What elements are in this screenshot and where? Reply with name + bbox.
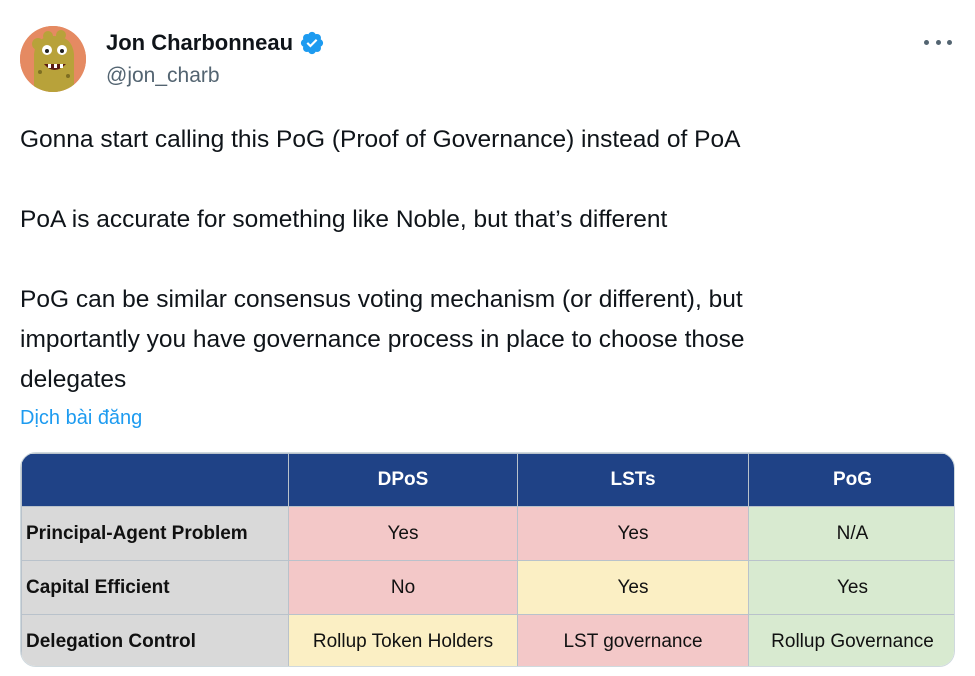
table-cell: LST governance [517, 614, 749, 666]
table-row-label: Principal-Agent Problem [21, 506, 289, 561]
table-cell: No [288, 560, 518, 615]
table-header-row: DPoS LSTs PoG [21, 453, 954, 507]
author-name-row: Jon Charbonneau [106, 29, 325, 57]
table-row-label: Capital Efficient [21, 560, 289, 615]
table-cell: Rollup Token Holders [288, 614, 518, 666]
tweet-paragraph: delegates [20, 366, 127, 393]
verified-badge-icon [300, 31, 324, 55]
table-header-cell: DPoS [288, 453, 518, 507]
table-header-cell: LSTs [517, 453, 749, 507]
table-cell: Yes [517, 506, 749, 561]
tweet-paragraph: PoG can be similar consensus voting mech… [20, 286, 743, 313]
table-header-cell [21, 453, 289, 507]
table-cell: Yes [517, 560, 749, 615]
tweet-paragraph: importantly you have governance process … [20, 326, 745, 353]
author-handle[interactable]: @jon_charb [106, 62, 220, 90]
tweet-paragraph: PoA is accurate for something like Noble… [20, 206, 668, 233]
table-row: Delegation Control Rollup Token Holders … [21, 614, 954, 666]
table-row: Principal-Agent Problem Yes Yes N/A [21, 506, 954, 561]
tweet-paragraph: Gonna start calling this PoG (Proof of G… [20, 126, 741, 153]
table-header-cell: PoG [748, 453, 954, 507]
translate-post-link[interactable]: Dịch bài đăng [20, 404, 142, 432]
table-cell: Yes [748, 560, 954, 615]
table-cell: Yes [288, 506, 518, 561]
comparison-table: DPoS LSTs PoG Principal-Agent Problem Ye… [21, 453, 954, 666]
table-cell: N/A [748, 506, 954, 561]
more-horizontal-icon[interactable] [924, 30, 952, 54]
author-display-name[interactable]: Jon Charbonneau [106, 29, 293, 57]
table-row: Capital Efficient No Yes Yes [21, 560, 954, 615]
table-row-label: Delegation Control [21, 614, 289, 666]
table-cell: Rollup Governance [748, 614, 954, 666]
tweet-text: Gonna start calling this PoG (Proof of G… [20, 120, 955, 400]
cartoon-avatar-icon [20, 26, 86, 92]
tweet-media-image[interactable]: DPoS LSTs PoG Principal-Agent Problem Ye… [20, 452, 955, 667]
avatar[interactable] [20, 26, 86, 92]
